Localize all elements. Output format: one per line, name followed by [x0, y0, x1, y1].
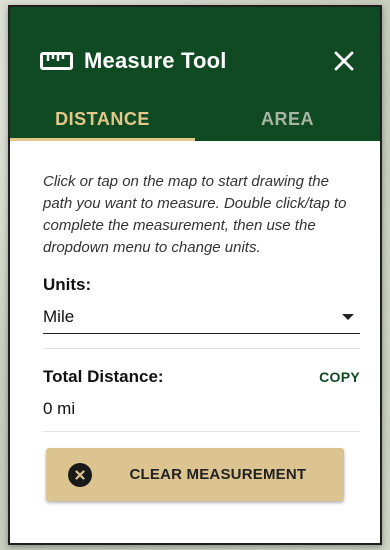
close-button[interactable]	[330, 47, 358, 75]
panel-content: Click or tap on the map to start drawing…	[10, 141, 380, 501]
divider	[43, 348, 360, 349]
clear-measurement-label: CLEAR MEASUREMENT	[129, 466, 307, 483]
units-selected-value: Mile	[43, 307, 75, 326]
close-icon	[334, 51, 354, 71]
units-label: Units:	[43, 275, 92, 294]
units-dropdown[interactable]: Mile	[43, 301, 360, 334]
panel-title: Measure Tool	[84, 48, 227, 73]
total-distance-label: Total Distance:	[43, 367, 164, 386]
instructions-text: Click or tap on the map to start drawing…	[43, 173, 347, 256]
divider	[43, 431, 360, 432]
dropdown-arrow-icon	[342, 314, 354, 320]
measure-tool-panel: Measure Tool DISTANCE AREA Click or tap …	[8, 5, 382, 545]
copy-button[interactable]: COPY	[319, 369, 360, 385]
title-row: Measure Tool	[10, 43, 380, 79]
panel-header: Measure Tool DISTANCE AREA	[10, 7, 380, 141]
clear-measurement-button[interactable]: CLEAR MEASUREMENT	[45, 448, 344, 501]
tab-bar: DISTANCE AREA	[10, 97, 380, 141]
total-row: Total Distance: COPY	[43, 367, 360, 387]
ruler-icon	[40, 52, 73, 70]
tab-area[interactable]: AREA	[195, 97, 380, 141]
total-distance-value: 0 mi	[43, 399, 76, 418]
tab-distance[interactable]: DISTANCE	[10, 97, 195, 141]
clear-circle-icon	[67, 462, 92, 487]
